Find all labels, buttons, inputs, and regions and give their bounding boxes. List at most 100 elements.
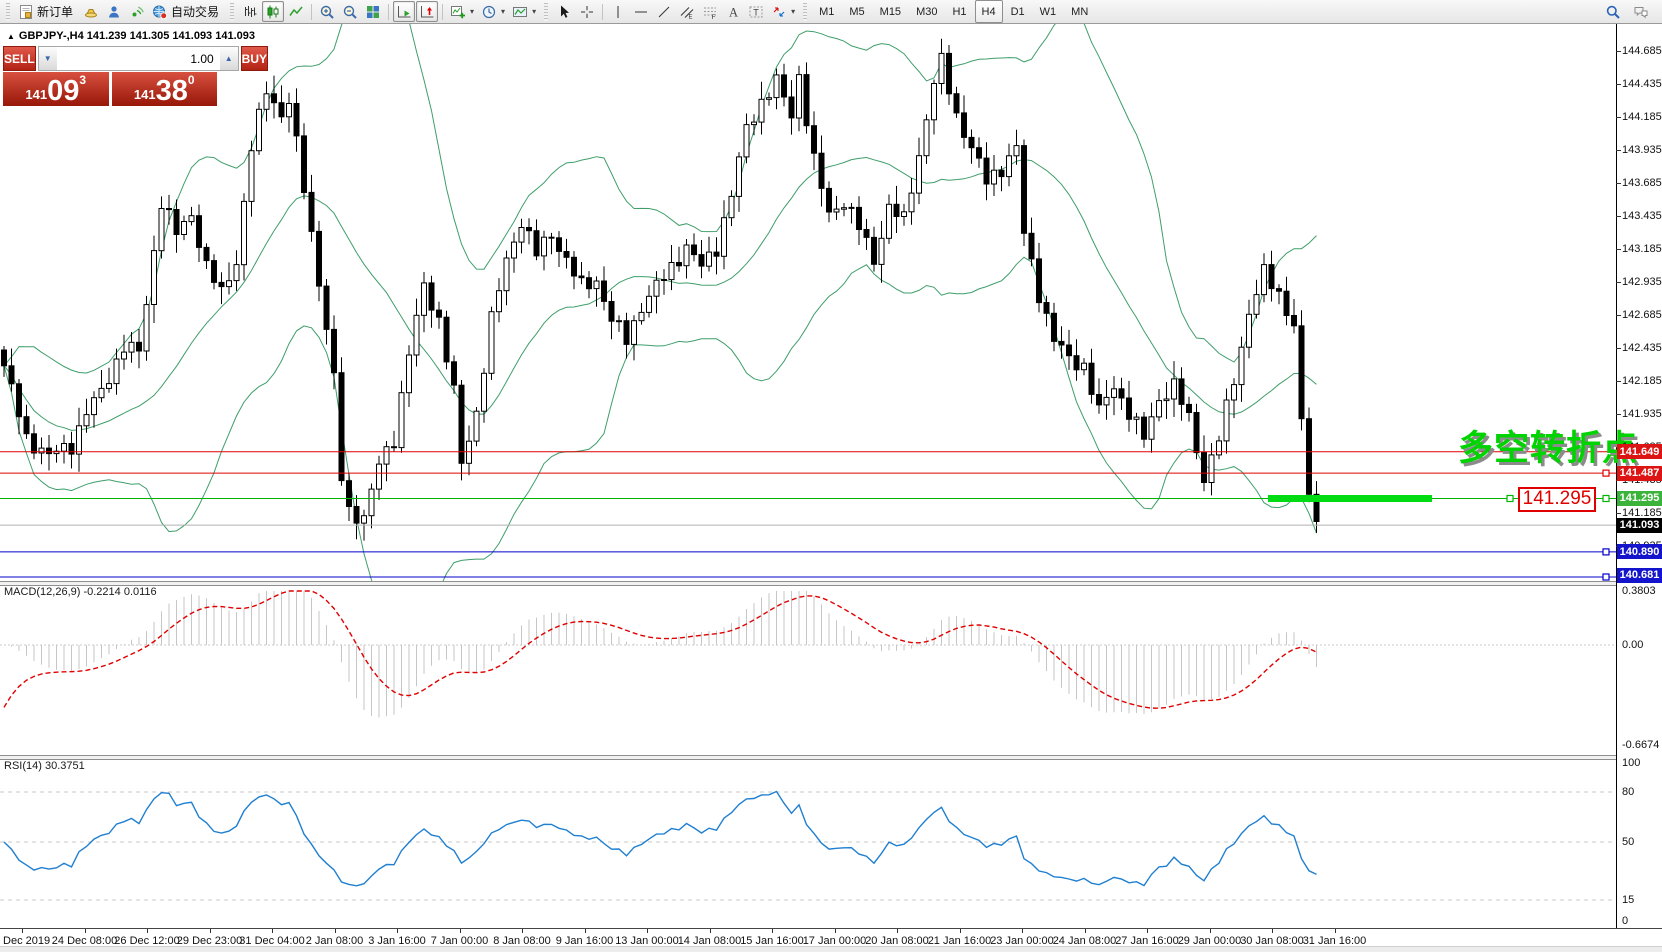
- toolbar-button-auto-trading[interactable]: 自动交易: [149, 1, 225, 22]
- price-tick-label: 142.935: [1622, 276, 1662, 288]
- toolbar-button-chart-shift[interactable]: [416, 1, 438, 22]
- toolbar-button-chat[interactable]: [1630, 1, 1652, 22]
- price-box-annotation[interactable]: 141.295: [1518, 487, 1596, 512]
- candle-down: [977, 148, 982, 158]
- toolbar-button-candlestick-chart[interactable]: [262, 1, 284, 22]
- toolbar-button-periods[interactable]: ▾: [478, 1, 508, 22]
- collapse-arrow-icon[interactable]: ▲: [7, 32, 15, 41]
- toolbar-button-auto-scroll[interactable]: [393, 1, 415, 22]
- turning-point-annotation[interactable]: 多空转折点: [1458, 420, 1638, 471]
- rsi-pane-svg[interactable]: [0, 758, 1616, 928]
- price-pane-svg[interactable]: [0, 24, 1616, 581]
- price-badge-141.093: 141.093: [1617, 518, 1662, 533]
- candle-up: [932, 84, 937, 120]
- tf-m15[interactable]: M15: [873, 0, 908, 23]
- search-icon: [1605, 4, 1621, 20]
- line-endpoint-marker[interactable]: [1507, 496, 1513, 502]
- candle-down: [339, 373, 344, 481]
- candle-down: [47, 448, 52, 454]
- toolbar-button-community[interactable]: [103, 1, 125, 22]
- toolbar-button-trendline[interactable]: [653, 1, 675, 22]
- dropdown-caret-icon[interactable]: ▾: [532, 7, 536, 16]
- toolbar-button-arrows[interactable]: ▾: [768, 1, 798, 22]
- candle-down: [272, 94, 277, 103]
- tf-mn[interactable]: MN: [1064, 0, 1095, 23]
- toolbar-grip[interactable]: [6, 3, 10, 21]
- toolbar-button-signals[interactable]: [126, 1, 148, 22]
- candle-down: [204, 247, 209, 260]
- candle-up: [992, 170, 997, 184]
- dropdown-caret-icon[interactable]: ▾: [501, 7, 505, 16]
- time-tick-mark: [710, 929, 711, 933]
- dropdown-caret-icon[interactable]: ▾: [470, 7, 474, 16]
- line-endpoint-marker[interactable]: [1603, 549, 1609, 555]
- candle-down: [894, 204, 899, 216]
- price-tick-mark: [1616, 513, 1621, 514]
- candle-up: [504, 258, 509, 291]
- toolbar-button-cursor[interactable]: [553, 1, 575, 22]
- candle-down: [294, 104, 299, 136]
- toolbar-button-crosshair[interactable]: [576, 1, 598, 22]
- toolbar-button-fibonacci[interactable]: F: [699, 1, 721, 22]
- candle-up: [722, 218, 727, 257]
- volume-input[interactable]: [57, 47, 220, 70]
- toolbar-button-tile-windows[interactable]: [362, 1, 384, 22]
- price-tick-label: 144.185: [1622, 111, 1662, 123]
- toolbar-button-horizontal-line[interactable]: [630, 1, 652, 22]
- tf-h1[interactable]: H1: [945, 0, 973, 23]
- time-tick-mark: [147, 929, 148, 933]
- line-endpoint-marker[interactable]: [1603, 496, 1609, 502]
- toolbar-button-zoom-out[interactable]: [339, 1, 361, 22]
- candle-down: [1292, 316, 1297, 326]
- volume-up-button[interactable]: ▲: [220, 47, 238, 70]
- candles: [2, 39, 1320, 541]
- toolbar-button-bar-chart[interactable]: [239, 1, 261, 22]
- candle-down: [789, 97, 794, 118]
- tf-w1[interactable]: W1: [1033, 0, 1064, 23]
- tf-m1[interactable]: M1: [812, 0, 841, 23]
- candle-up: [1112, 389, 1117, 398]
- toolbar-button-equidistant-channel[interactable]: E: [676, 1, 698, 22]
- candle-up: [902, 212, 907, 217]
- tf-d1[interactable]: D1: [1004, 0, 1032, 23]
- toolbar-button-gold[interactable]: [80, 1, 102, 22]
- price-tick-mark: [1616, 216, 1621, 217]
- macd-pane-svg[interactable]: [0, 584, 1616, 755]
- volume-down-button[interactable]: ▼: [39, 47, 57, 70]
- sell-button[interactable]: SELL: [3, 46, 36, 71]
- toolbar-button-new-order[interactable]: 新订单: [15, 1, 79, 22]
- toolbar-button-vertical-line[interactable]: [607, 1, 629, 22]
- symbol-ohlc-text: GBPJPY-,H4 141.239 141.305 141.093 141.0…: [19, 30, 255, 42]
- toolbar-button-line-chart[interactable]: [285, 1, 307, 22]
- line-endpoint-marker[interactable]: [1603, 470, 1609, 476]
- buy-button[interactable]: BUY: [241, 46, 268, 71]
- toolbar-button-zoom-in[interactable]: [316, 1, 338, 22]
- thick-green-trend-segment[interactable]: [1268, 495, 1432, 502]
- toolbar-grip[interactable]: [803, 3, 807, 21]
- sell-price-display[interactable]: 141093: [3, 72, 109, 106]
- horizontal-lines[interactable]: [0, 452, 1616, 577]
- line-endpoint-marker[interactable]: [1603, 574, 1609, 580]
- candle-down: [1277, 289, 1282, 292]
- candle-up: [654, 280, 659, 296]
- toolbar-button-text[interactable]: A: [722, 1, 744, 22]
- dropdown-caret-icon[interactable]: ▾: [791, 7, 795, 16]
- toolbar-grip[interactable]: [544, 3, 548, 21]
- toolbar-button-text-label[interactable]: T: [745, 1, 767, 22]
- price-tick-mark: [1616, 249, 1621, 250]
- tf-m30[interactable]: M30: [909, 0, 944, 23]
- candle-up: [1014, 146, 1019, 156]
- buy-price-display[interactable]: 141380: [112, 72, 218, 106]
- toolbar-grip[interactable]: [230, 3, 234, 21]
- candle-down: [219, 282, 224, 286]
- mt4-window: 新订单 自动交易 ▾ ▾ ▾ EFAT ▾ M1M5M15M30H1H4D1W1MN ▲ GB…: [0, 0, 1662, 952]
- tf-m5[interactable]: M5: [842, 0, 871, 23]
- toolbar-button-search[interactable]: [1602, 1, 1624, 22]
- toolbar-button-templates[interactable]: ▾: [509, 1, 539, 22]
- price-tick-label: 144.685: [1622, 45, 1662, 57]
- time-tick-mark: [647, 929, 648, 933]
- chart-window[interactable]: ▲ GBPJPY-,H4 141.239 141.305 141.093 141…: [0, 24, 1662, 952]
- toolbar-button-new-chart[interactable]: ▾: [447, 1, 477, 22]
- tf-h4[interactable]: H4: [975, 0, 1003, 23]
- candle-up: [497, 291, 502, 312]
